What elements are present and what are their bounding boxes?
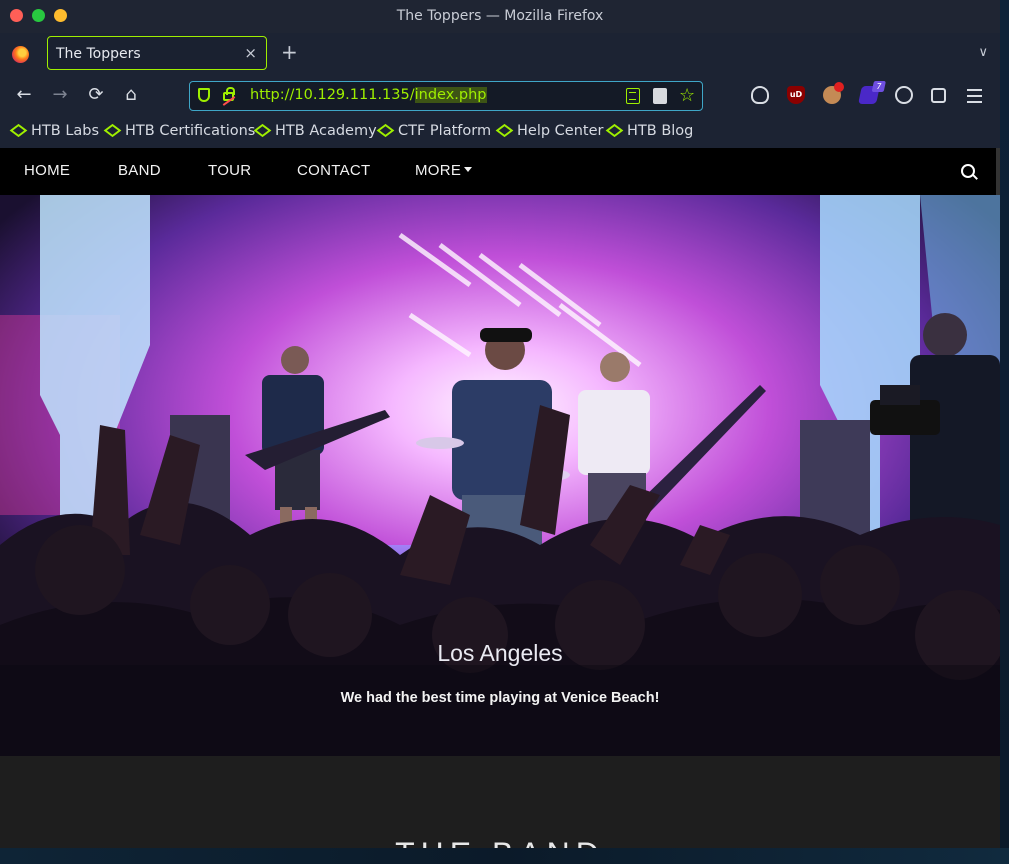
hero-slideshow: Los Angeles We had the best time playing… (0, 195, 1000, 756)
tracking-protection-shield-icon[interactable] (198, 88, 210, 102)
tab-the-toppers[interactable]: The Toppers × (47, 36, 267, 70)
address-bar[interactable]: http://10.129.111.135/index.php ☆ (189, 81, 703, 111)
cookie-ext-icon[interactable] (823, 82, 844, 104)
bookmark-htb-academy[interactable]: HTB Academy (253, 123, 377, 139)
bookmark-label: CTF Platform (398, 123, 492, 139)
cookie-icon[interactable] (895, 86, 913, 104)
home-button[interactable]: ⌂ (120, 85, 142, 105)
bookmark-htb-certifications[interactable]: HTB Certifications (103, 123, 256, 139)
bookmark-help-center[interactable]: Help Center (495, 123, 604, 139)
menu-hamburger-icon[interactable] (967, 89, 982, 107)
bookmark-htb-labs[interactable]: HTB Labs (9, 123, 100, 139)
htb-cube-icon (9, 123, 28, 138)
nav-contact[interactable]: CONTACT (297, 162, 370, 179)
slide-caption-text: We had the best time playing at Venice B… (340, 690, 660, 706)
slide-caption-title: Los Angeles (437, 640, 563, 666)
extensions-icon[interactable] (931, 88, 946, 103)
htb-cube-icon (605, 123, 624, 138)
reader-view-icon[interactable] (626, 88, 640, 104)
nav-more-dropdown[interactable]: MORE (415, 162, 473, 179)
url-text[interactable]: http://10.129.111.135/index.php (250, 87, 487, 103)
section-title: THE BAND (0, 836, 1000, 848)
bookmark-label: Help Center (517, 123, 604, 139)
bookmarks-toolbar: HTB Labs HTB Certifications HTB Academy … (0, 118, 1000, 148)
tab-label: The Toppers (56, 46, 141, 62)
htb-cube-icon (103, 123, 122, 138)
band-section: THE BAND (0, 756, 1000, 848)
concert-photo (0, 195, 1000, 756)
desktop-background-bottom (0, 848, 1009, 864)
bookmark-label: HTB Academy (275, 123, 377, 139)
bookmark-label: HTB Blog (627, 123, 694, 139)
htb-cube-icon (495, 123, 514, 138)
bookmark-label: HTB Labs (31, 123, 100, 139)
back-button[interactable]: ← (13, 85, 35, 105)
firefox-logo-icon (12, 46, 29, 63)
site-navbar: HOME BAND TOUR CONTACT MORE (0, 148, 1000, 195)
nav-home[interactable]: HOME (24, 162, 70, 179)
navigation-toolbar: ← → ⟳ ⌂ http://10.129.111.135/index.php … (0, 75, 1000, 118)
nav-band[interactable]: BAND (118, 162, 161, 179)
title-bar: The Toppers — Mozilla Firefox (0, 0, 1000, 33)
nav-tour[interactable]: TOUR (208, 162, 251, 179)
shield-ext-icon[interactable] (751, 86, 769, 104)
tab-close-icon[interactable]: × (244, 44, 257, 62)
insecure-lock-icon[interactable] (223, 87, 235, 101)
caret-down-icon (464, 167, 473, 172)
bookmark-label: HTB Certifications (125, 123, 256, 139)
desktop-background (1000, 0, 1009, 864)
htb-cube-icon (376, 123, 395, 138)
new-tab-button[interactable]: + (281, 42, 298, 62)
forward-button[interactable]: → (49, 85, 71, 105)
bookmark-star-icon[interactable]: ☆ (679, 85, 695, 106)
reload-button[interactable]: ⟳ (85, 85, 107, 105)
nav-more-label: MORE (415, 162, 462, 179)
htb-cube-icon (253, 123, 272, 138)
bookmark-htb-blog[interactable]: HTB Blog (605, 123, 694, 139)
url-path-highlight: index.php (414, 87, 487, 103)
url-host: http://10.129.111.135/ (250, 87, 415, 103)
purple-ext-icon[interactable] (858, 86, 880, 104)
bookmark-ctf-platform[interactable]: CTF Platform (376, 123, 492, 139)
window-title: The Toppers — Mozilla Firefox (396, 8, 604, 24)
search-icon[interactable] (961, 164, 975, 178)
firefox-window: The Toppers — Mozilla Firefox The Topper… (0, 0, 1000, 848)
page-action-icon[interactable] (653, 88, 667, 104)
ublock-icon[interactable]: uD (787, 86, 805, 104)
list-all-tabs-chevron-icon[interactable]: ∨ (978, 45, 988, 60)
tab-strip: The Toppers × + ∨ (0, 33, 1000, 75)
